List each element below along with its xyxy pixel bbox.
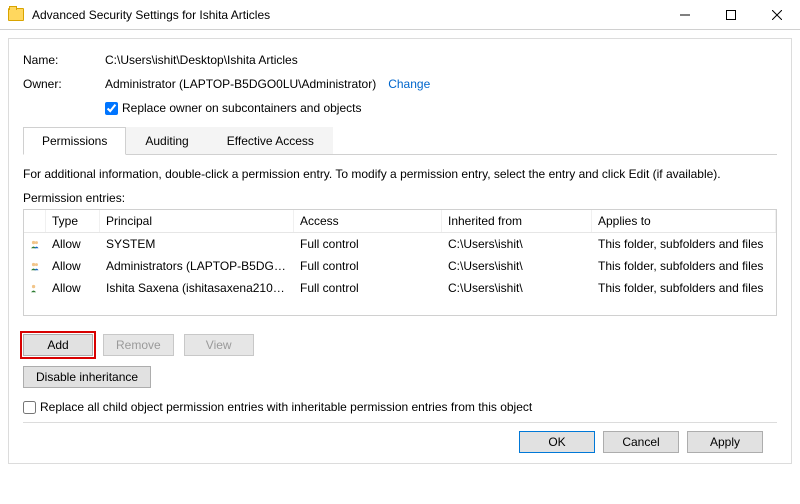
th-inherited[interactable]: Inherited from [442,210,592,232]
owner-value: Administrator (LAPTOP-B5DGO0LU\Administr… [105,77,376,91]
main-panel: Name: C:\Users\ishit\Desktop\Ishita Arti… [8,38,792,464]
table-row[interactable]: AllowAdministrators (LAPTOP-B5DGO...Full… [24,255,776,277]
table-header: Type Principal Access Inherited from App… [24,210,776,233]
table-row[interactable]: AllowIshita Saxena (ishitasaxena2109...F… [24,277,776,299]
table-body: AllowSYSTEMFull controlC:\Users\ishit\Th… [24,233,776,315]
cell-access: Full control [294,279,442,297]
cell-access: Full control [294,235,442,253]
remove-button: Remove [103,334,174,356]
ok-button[interactable]: OK [519,431,595,453]
cell-applies: This folder, subfolders and files [592,235,776,253]
minimize-button[interactable] [662,0,708,30]
action-row: Add Remove View [23,334,777,356]
replace-all-label: Replace all child object permission entr… [40,400,532,414]
user-group-icon [30,238,40,250]
user-group-icon [30,260,40,272]
add-button[interactable]: Add [23,334,93,356]
close-button[interactable] [754,0,800,30]
cancel-button[interactable]: Cancel [603,431,679,453]
tab-permissions[interactable]: Permissions [23,127,126,155]
cell-inherited: C:\Users\ishit\ [442,279,592,297]
apply-button[interactable]: Apply [687,431,763,453]
owner-label: Owner: [23,77,105,91]
window-title: Advanced Security Settings for Ishita Ar… [32,8,662,22]
th-applies[interactable]: Applies to [592,210,776,232]
cell-applies: This folder, subfolders and files [592,257,776,275]
folder-icon [8,8,24,21]
tab-effective-access[interactable]: Effective Access [208,127,333,154]
cell-type: Allow [46,235,100,253]
name-value: C:\Users\ishit\Desktop\Ishita Articles [105,53,298,67]
cell-applies: This folder, subfolders and files [592,279,776,297]
disable-inheritance-button[interactable]: Disable inheritance [23,366,151,388]
tab-auditing[interactable]: Auditing [126,127,207,154]
entries-label: Permission entries: [23,191,777,205]
replace-owner-label: Replace owner on subcontainers and objec… [122,101,361,115]
disable-row: Disable inheritance [23,366,777,388]
owner-row: Owner: Administrator (LAPTOP-B5DGO0LU\Ad… [23,77,777,91]
replace-owner-row: Replace owner on subcontainers and objec… [105,101,777,115]
th-type[interactable]: Type [46,210,100,232]
name-label: Name: [23,53,105,67]
cell-principal: SYSTEM [100,235,294,253]
th-icon[interactable] [24,210,46,232]
cell-principal: Administrators (LAPTOP-B5DGO... [100,257,294,275]
cell-access: Full control [294,257,442,275]
cell-inherited: C:\Users\ishit\ [442,257,592,275]
view-button: View [184,334,254,356]
cell-type: Allow [46,257,100,275]
maximize-button[interactable] [708,0,754,30]
user-group-icon [30,282,40,294]
th-access[interactable]: Access [294,210,442,232]
cell-inherited: C:\Users\ishit\ [442,235,592,253]
th-principal[interactable]: Principal [100,210,294,232]
permissions-table: Type Principal Access Inherited from App… [23,209,777,316]
name-row: Name: C:\Users\ishit\Desktop\Ishita Arti… [23,53,777,67]
replace-all-row: Replace all child object permission entr… [23,400,777,414]
tab-bar: Permissions Auditing Effective Access [23,127,777,155]
replace-all-checkbox[interactable] [23,401,36,414]
info-text: For additional information, double-click… [23,167,777,181]
titlebar: Advanced Security Settings for Ishita Ar… [0,0,800,30]
footer: OK Cancel Apply [23,422,777,453]
cell-type: Allow [46,279,100,297]
replace-owner-checkbox[interactable] [105,102,118,115]
cell-principal: Ishita Saxena (ishitasaxena2109... [100,279,294,297]
table-row[interactable]: AllowSYSTEMFull controlC:\Users\ishit\Th… [24,233,776,255]
change-owner-link[interactable]: Change [388,77,430,91]
